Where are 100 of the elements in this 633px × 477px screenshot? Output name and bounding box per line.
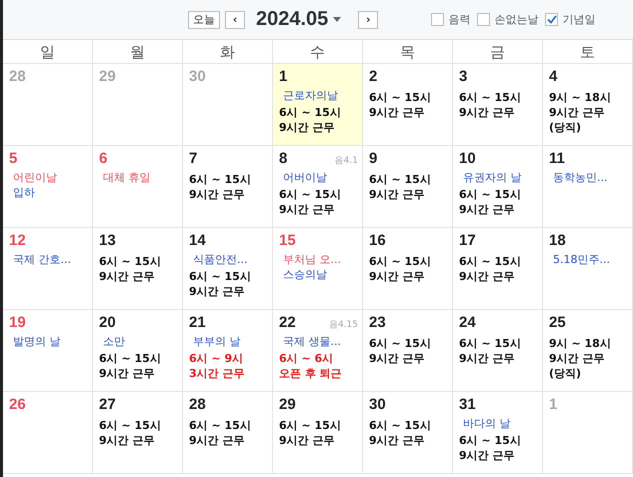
day-cell[interactable]: 29 6시 ~ 15시 9시간 근무 [273, 392, 363, 474]
today-button[interactable]: 오늘 [188, 10, 220, 28]
previous-month-button[interactable]: ‹ [225, 10, 245, 28]
schedule-note: 9시간 근무 [369, 433, 426, 448]
schedule-note: 9시간 근무 [549, 105, 606, 120]
schedule-note: 9시 ~ 18시 [549, 336, 612, 351]
day-cell[interactable]: 10 유권자의 날 6시 ~ 15시 9시간 근무 [453, 146, 543, 228]
day-number: 15 [279, 232, 296, 249]
day-number: 22 [279, 314, 296, 331]
option-label: 기념일 [562, 12, 596, 27]
schedule-note: 9시간 근무 [369, 269, 426, 284]
schedule-note: 9시간 근무 [99, 269, 156, 284]
day-cell[interactable]: 24 6시 ~ 15시 9시간 근무 [453, 310, 543, 392]
day-cell[interactable]: 16 6시 ~ 15시 9시간 근무 [363, 228, 453, 310]
weekday-header: 화 [183, 40, 273, 64]
day-number: 8 [279, 150, 288, 167]
anniversary-label: 대체 휴일 [102, 170, 152, 185]
day-cell[interactable]: 9 6시 ~ 15시 9시간 근무 [363, 146, 453, 228]
day-cell[interactable]: 26 [3, 392, 93, 474]
day-cell[interactable]: 17 6시 ~ 15시 9시간 근무 [453, 228, 543, 310]
option-label: 음력 [448, 12, 470, 27]
day-cell[interactable]: 23 6시 ~ 15시 9시간 근무 [363, 310, 453, 392]
day-number: 1 [549, 396, 558, 413]
schedule-note: 6시 ~ 15시 [99, 351, 162, 366]
day-number: 16 [369, 232, 386, 249]
day-cell[interactable]: 25 9시 ~ 18시 9시간 근무 (당직) [543, 310, 633, 392]
day-cell[interactable]: 27 6시 ~ 15시 9시간 근무 [93, 392, 183, 474]
day-cell[interactable]: 12 국제 간호... [3, 228, 93, 310]
day-number: 20 [99, 314, 116, 331]
day-cell[interactable]: 11 동학농민... [543, 146, 633, 228]
checkbox[interactable] [545, 13, 558, 26]
day-cell[interactable]: 28 6시 ~ 15시 9시간 근무 [183, 392, 273, 474]
anniversary-label: 동학농민... [552, 170, 608, 185]
schedule-note: 오픈 후 퇴근 [279, 366, 343, 381]
day-number: 6 [99, 150, 108, 167]
schedule-note: 6시 ~ 15시 [189, 172, 252, 187]
anniversary-label: 국제 간호... [12, 252, 72, 267]
anniversary-label: 5.18민주... [552, 252, 611, 267]
anniversary-label: 근로자의날 [282, 88, 339, 103]
day-number: 25 [549, 314, 566, 331]
schedule-note: 6시 ~ 15시 [189, 269, 252, 284]
day-number: 13 [99, 232, 116, 249]
day-cell[interactable]: 31 바다의 날 6시 ~ 15시 9시간 근무 [453, 392, 543, 474]
day-cell[interactable]: 6 대체 휴일 [93, 146, 183, 228]
schedule-note: 6시 ~ 15시 [189, 418, 252, 433]
schedule-note: 9시간 근무 [549, 351, 606, 366]
day-cell[interactable]: 2 6시 ~ 15시 9시간 근무 [363, 64, 453, 146]
schedule-note: 6시 ~ 15시 [369, 172, 432, 187]
day-cell[interactable]: 30 6시 ~ 15시 9시간 근무 [363, 392, 453, 474]
day-cell[interactable]: 4 9시 ~ 18시 9시간 근무 (당직) [543, 64, 633, 146]
schedule-note: 6시 ~ 15시 [459, 254, 522, 269]
anniversary-label: 바다의 날 [462, 416, 512, 431]
day-cell[interactable]: 5 어린이날 입하 [3, 146, 93, 228]
day-number: 26 [9, 396, 26, 413]
day-cell[interactable]: 14 식품안전... 6시 ~ 15시 9시간 근무 [183, 228, 273, 310]
day-number: 14 [189, 232, 206, 249]
day-number: 28 [9, 68, 26, 85]
option-label: 손없는날 [494, 12, 538, 27]
schedule-note: 6시 ~ 15시 [459, 433, 522, 448]
next-month-button[interactable]: › [358, 10, 378, 28]
schedule-note: 9시간 근무 [459, 448, 516, 463]
anniversary-label: 국제 생물... [282, 334, 342, 349]
schedule-note: 9시간 근무 [459, 202, 516, 217]
schedule-note: 9시간 근무 [369, 351, 426, 366]
anniversary-label: 발명의 날 [12, 334, 62, 349]
day-cell[interactable]: 13 6시 ~ 15시 9시간 근무 [93, 228, 183, 310]
schedule-note: 9시간 근무 [369, 187, 426, 202]
day-cell[interactable]: 15 부처님 오... 스승의날 [273, 228, 363, 310]
day-number: 7 [189, 150, 198, 167]
anniversary-label: 입하 [12, 185, 36, 200]
day-cell[interactable]: 3 6시 ~ 15시 9시간 근무 [453, 64, 543, 146]
day-number: 12 [9, 232, 26, 249]
schedule-note: (당직) [549, 366, 582, 381]
schedule-note: 6시 ~ 15시 [459, 187, 522, 202]
checkbox[interactable] [431, 13, 444, 26]
weekday-header: 목 [363, 40, 453, 64]
schedule-note: 6시 ~ 15시 [279, 187, 342, 202]
day-cell[interactable]: 21 부부의 날 6시 ~ 9시 3시간 근무 [183, 310, 273, 392]
caret-icon[interactable] [333, 17, 342, 22]
schedule-note: 9시간 근무 [279, 433, 336, 448]
month-title[interactable]: 2024.05 [256, 8, 328, 31]
day-number: 21 [189, 314, 206, 331]
day-number: 31 [459, 396, 476, 413]
day-cell[interactable]: 7 6시 ~ 15시 9시간 근무 [183, 146, 273, 228]
day-cell[interactable]: 8 음4.1 어버이날 6시 ~ 15시 9시간 근무 [273, 146, 363, 228]
day-cell[interactable]: 22 음4.15 국제 생물... 6시 ~ 6시 오픈 후 퇴근 [273, 310, 363, 392]
anniversary-label: 부부의 날 [192, 334, 242, 349]
anniversary-label: 소만 [102, 334, 126, 349]
schedule-note: 9시간 근무 [459, 351, 516, 366]
day-cell[interactable]: 20 소만 6시 ~ 15시 9시간 근무 [93, 310, 183, 392]
day-number: 10 [459, 150, 476, 167]
schedule-note: 9시간 근무 [189, 433, 246, 448]
day-cell[interactable]: 19 발명의 날 [3, 310, 93, 392]
day-cell[interactable]: 18 5.18민주... [543, 228, 633, 310]
schedule-note: 9시간 근무 [369, 105, 426, 120]
checkbox[interactable] [477, 13, 490, 26]
schedule-note: 3시간 근무 [189, 366, 246, 381]
schedule-note: (당직) [549, 120, 582, 135]
day-cell[interactable]: 1 근로자의날 6시 ~ 15시 9시간 근무 [273, 64, 363, 146]
weekday-header: 월 [93, 40, 183, 64]
